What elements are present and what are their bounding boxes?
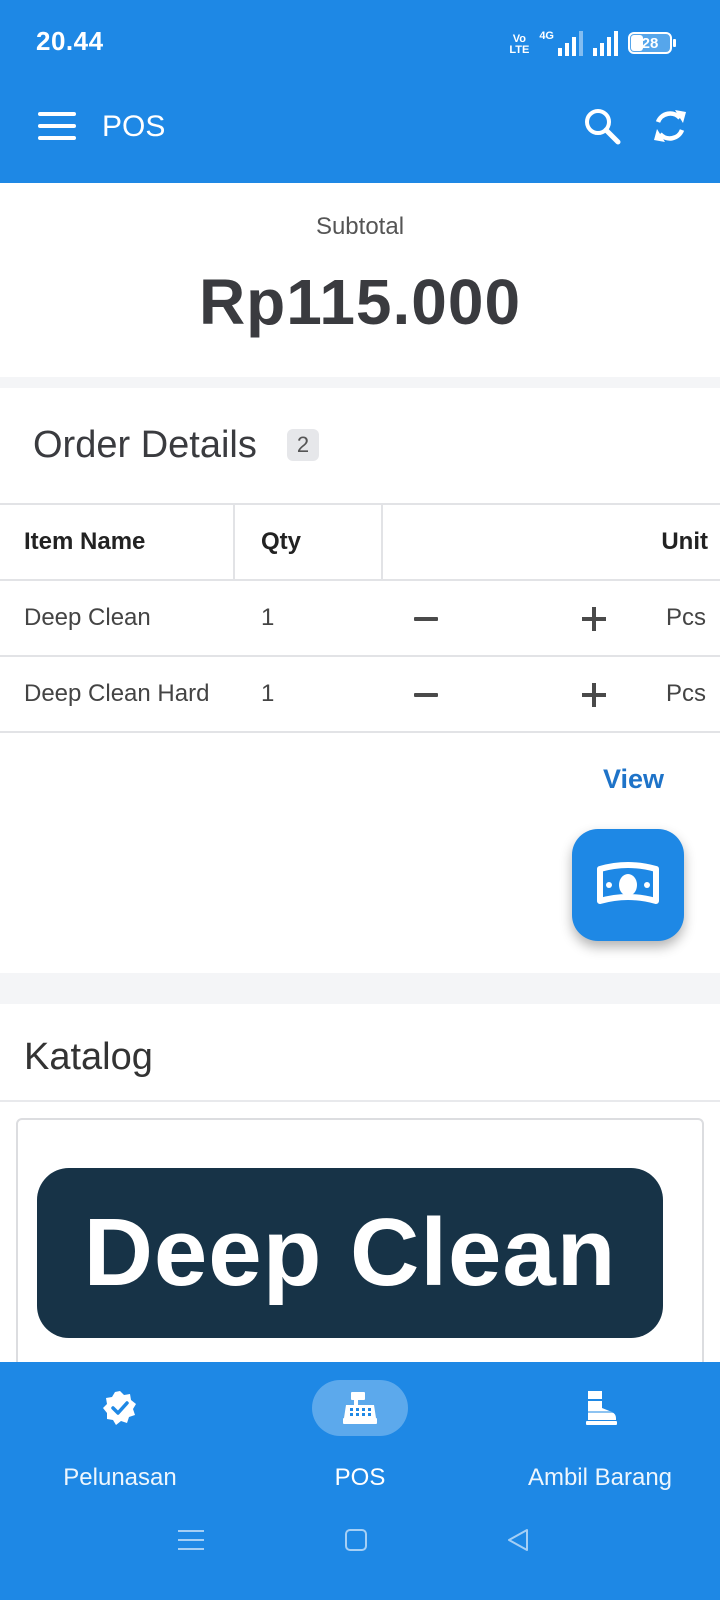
increase-qty-button[interactable] xyxy=(582,607,606,631)
volte-icon: Vo LTE xyxy=(509,33,530,56)
order-count-badge: 2 xyxy=(287,429,319,461)
subtotal-value: Rp115.000 xyxy=(198,266,522,338)
table-row: Deep Clean Hard 1 Pcs xyxy=(0,657,720,733)
decrease-qty-button[interactable] xyxy=(414,693,438,697)
menu-icon[interactable] xyxy=(38,112,76,140)
nav-item-pos[interactable]: POS xyxy=(240,1362,480,1492)
item-name: Deep Clean Hard xyxy=(24,680,210,707)
battery-level: 28 xyxy=(641,35,659,52)
boot-icon xyxy=(586,1391,617,1425)
signal-icon xyxy=(558,30,583,56)
increase-qty-button[interactable] xyxy=(582,683,606,707)
nav-label: POS xyxy=(334,1464,386,1491)
nav-item-pelunasan[interactable]: Pelunasan xyxy=(0,1362,240,1492)
order-table: Item Name Qty Unit Deep Clean 1 Pcs Deep… xyxy=(0,503,720,733)
katalog-section: Katalog Deep Clean xyxy=(0,1004,720,1362)
decrease-qty-button[interactable] xyxy=(414,617,438,621)
nav-label: Ambil Barang xyxy=(527,1464,673,1491)
home-icon[interactable] xyxy=(345,1529,367,1551)
item-unit: Pcs xyxy=(665,604,706,631)
nav-item-ambil-barang[interactable]: Ambil Barang xyxy=(480,1362,720,1492)
item-qty: 1 xyxy=(261,604,275,631)
verified-badge-icon xyxy=(103,1391,136,1425)
page-title: POS xyxy=(102,110,166,143)
search-icon[interactable] xyxy=(582,106,622,146)
refresh-icon[interactable] xyxy=(650,106,690,146)
item-unit: Pcs xyxy=(665,680,706,707)
item-name: Deep Clean xyxy=(24,604,151,631)
app-bar: 20.44 Vo LTE 4G 28 POS xyxy=(0,0,720,183)
view-link[interactable]: View xyxy=(603,764,664,795)
back-icon[interactable] xyxy=(505,1527,531,1553)
column-header-item-name: Item Name xyxy=(24,528,146,555)
recent-apps-icon[interactable] xyxy=(178,1530,204,1550)
system-navigation-bar xyxy=(0,1510,720,1600)
payment-fab-button[interactable] xyxy=(572,829,684,941)
battery-icon: 28 xyxy=(628,32,676,54)
bottom-navigation: Pelunasan POS Ambil Barang xyxy=(0,1362,720,1600)
nav-label: Pelunasan xyxy=(63,1464,177,1491)
subtotal-label: Subtotal xyxy=(315,213,405,240)
order-details-card: Order Details 2 Item Name Qty Unit Deep … xyxy=(0,388,720,973)
column-header-qty: Qty xyxy=(261,528,302,555)
item-qty: 1 xyxy=(261,680,275,707)
table-header: Item Name Qty Unit xyxy=(0,503,720,581)
order-details-title: Order Details xyxy=(33,424,257,466)
product-card[interactable]: Deep Clean xyxy=(16,1118,704,1362)
subtotal-card: Subtotal Rp115.000 xyxy=(0,183,720,377)
status-icons: Vo LTE 4G 28 xyxy=(509,24,676,56)
product-banner: Deep Clean xyxy=(37,1168,663,1338)
divider xyxy=(0,1100,720,1102)
column-header-unit: Unit xyxy=(661,528,708,555)
signal-icon-2 xyxy=(593,30,618,56)
money-icon xyxy=(597,862,659,904)
cash-register-icon xyxy=(343,1392,377,1424)
network-type: 4G xyxy=(539,30,554,42)
status-time: 20.44 xyxy=(36,26,104,56)
table-row: Deep Clean 1 Pcs xyxy=(0,581,720,657)
katalog-title: Katalog xyxy=(24,1036,153,1078)
